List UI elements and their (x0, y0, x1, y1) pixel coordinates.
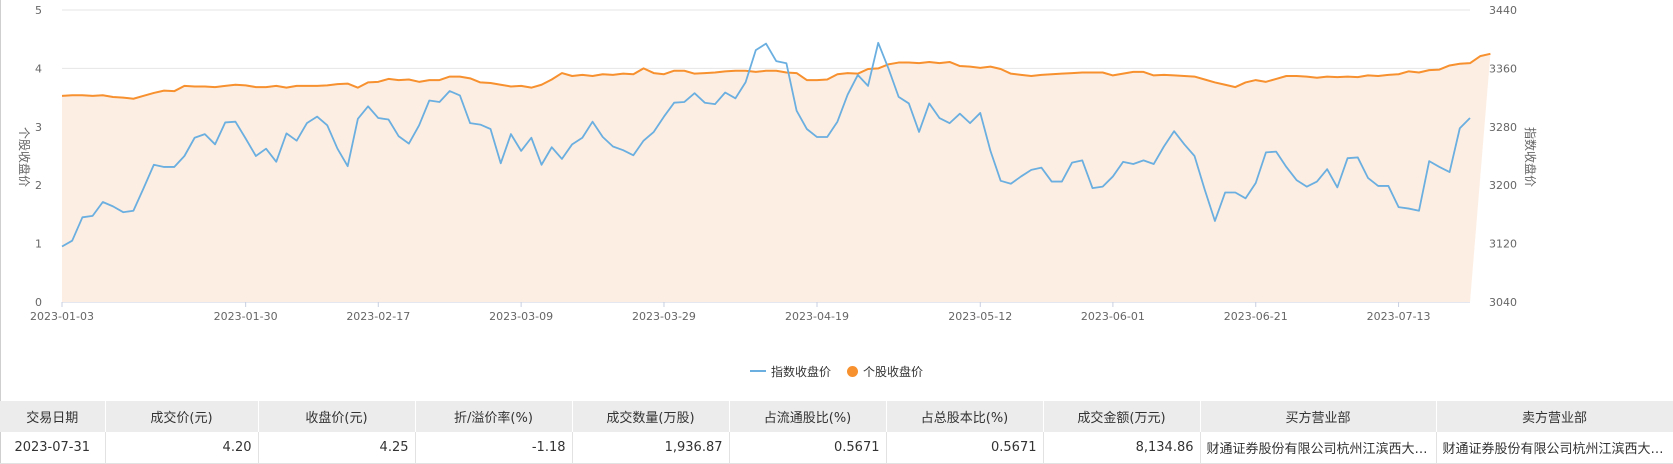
header-seller: 卖方营业部 (1436, 401, 1673, 432)
y-left-tick-label: 3 (35, 121, 42, 134)
cell-buyer: 财通证券股份有限公司杭州江滨西大道证券营业部 (1200, 432, 1437, 464)
legend-label-index: 指数收盘价 (770, 364, 831, 379)
y-left-tick-label: 4 (35, 62, 42, 75)
header-trade-date: 交易日期 (0, 401, 106, 432)
legend-dot-marker (847, 365, 858, 377)
table-row: 2023-07-31 4.20 4.25 -1.18 1,936.87 0.56… (0, 432, 1673, 464)
y-left-tick-label: 1 (35, 238, 42, 251)
header-deal-price: 成交价(元) (105, 401, 259, 432)
legend-item-index[interactable]: 指数收盘价 (749, 363, 831, 380)
block-trade-table: 交易日期 成交价(元) 收盘价(元) 折/溢价率(%) 成交数量(万股) 占流通… (0, 401, 1673, 464)
legend-label-stock: 个股收盘价 (863, 364, 924, 379)
x-tick-label: 2023-06-01 (1081, 310, 1145, 323)
x-tick-label: 2023-06-21 (1224, 310, 1288, 323)
header-total-ratio: 占总股本比(%) (886, 401, 1044, 432)
x-tick-label: 2023-03-29 (632, 310, 696, 323)
cell-seller: 财通证券股份有限公司杭州江滨西大道证券营业部 (1436, 432, 1673, 464)
header-amount: 成交金额(万元) (1043, 401, 1201, 432)
legend-item-stock[interactable]: 个股收盘价 (847, 363, 923, 380)
cell-float-ratio: 0.5671 (729, 432, 887, 464)
y-left-axis-title: 个股收盘价 (17, 127, 32, 187)
x-tick-label: 2023-04-19 (785, 310, 849, 323)
y-right-axis-title: 指数收盘价 (1523, 127, 1538, 187)
x-tick-label: 2023-01-30 (214, 310, 278, 323)
y-right-tick-label: 3120 (1489, 238, 1517, 251)
header-premium-rate: 折/溢价率(%) (415, 401, 573, 432)
y-left-tick-label: 0 (35, 296, 42, 309)
header-volume: 成交数量(万股) (572, 401, 730, 432)
cell-total-ratio: 0.5671 (886, 432, 1044, 464)
legend-line-marker (749, 370, 766, 372)
cell-close-price: 4.25 (258, 432, 416, 464)
cell-premium-rate: -1.18 (415, 432, 573, 464)
y-right-tick-label: 3200 (1489, 179, 1517, 192)
chart-legend: 指数收盘价 个股收盘价 (0, 361, 1673, 381)
x-tick-label: 2023-03-09 (489, 310, 553, 323)
cell-volume: 1,936.87 (572, 432, 730, 464)
x-tick-label: 2023-07-13 (1367, 310, 1431, 323)
stock-area-fill (62, 53, 1491, 302)
x-tick-label: 2023-01-03 (30, 310, 94, 323)
y-right-tick-label: 3280 (1489, 121, 1517, 134)
header-buyer: 买方营业部 (1200, 401, 1437, 432)
dual-axis-line-chart: 0 1 2 3 4 5 3040 3120 3200 3280 3360 3440 个股收盘价 指数收盘价… (17, 4, 1538, 323)
y-left-tick-label: 5 (35, 4, 42, 17)
table-header-row: 交易日期 成交价(元) 收盘价(元) 折/溢价率(%) 成交数量(万股) 占流通… (0, 401, 1673, 432)
y-right-tick-label: 3360 (1489, 62, 1517, 75)
cell-trade-date: 2023-07-31 (0, 432, 106, 464)
cell-amount: 8,134.86 (1043, 432, 1201, 464)
y-right-tick-label: 3440 (1489, 4, 1517, 17)
header-float-ratio: 占流通股比(%) (729, 401, 887, 432)
cell-deal-price: 4.20 (105, 432, 259, 464)
y-left-tick-label: 2 (35, 179, 42, 192)
x-tick-label: 2023-05-12 (948, 310, 1012, 323)
y-right-tick-label: 3040 (1489, 296, 1517, 309)
header-close-price: 收盘价(元) (258, 401, 416, 432)
x-tick-label: 2023-02-17 (346, 310, 410, 323)
